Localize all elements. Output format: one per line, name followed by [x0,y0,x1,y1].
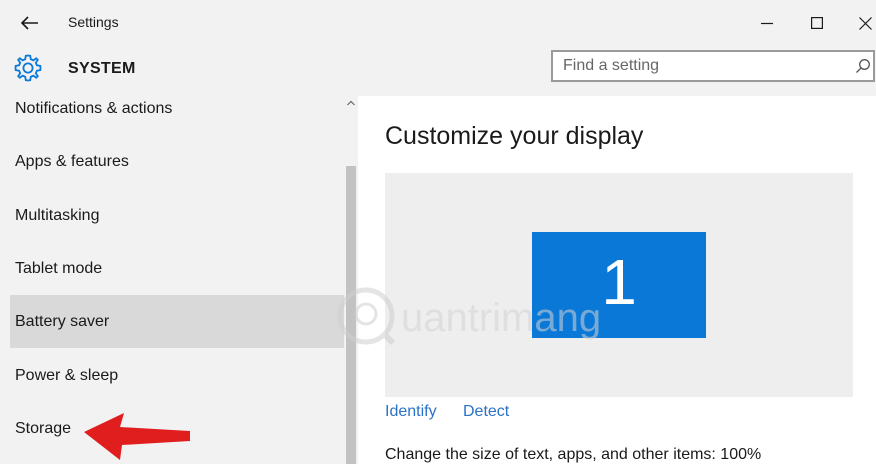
chevron-up-icon [347,100,355,106]
sidebar-item-power-sleep[interactable]: Power & sleep [10,349,344,402]
maximize-button[interactable] [802,8,832,38]
settings-window: Settings SYSTEM Find a setting Notificat… [0,0,876,464]
window-title: Settings [68,14,119,30]
identify-link[interactable]: Identify [385,403,437,421]
sidebar-item-tablet-mode[interactable]: Tablet mode [10,242,344,295]
sidebar-item-label: Tablet mode [15,259,103,277]
display-arrangement-area: 1 uantrimang [337,173,853,397]
scroll-up-button[interactable] [344,96,358,110]
search-icon[interactable] [855,58,871,74]
title-bar: Settings [0,0,876,46]
search-input[interactable] [563,56,833,76]
sidebar-item-multitasking[interactable]: Multitasking [10,189,344,242]
search-box[interactable] [551,50,875,82]
sidebar-item-apps-features[interactable]: Apps & features [10,135,344,188]
sidebar-scrollbar[interactable] [344,96,358,464]
close-icon [858,16,872,30]
arrow-left-icon [21,16,38,30]
maximize-icon [811,17,823,29]
monitor-tile[interactable]: 1 [532,232,706,338]
sidebar-item-battery-saver[interactable]: Battery saver [10,295,344,348]
detect-link[interactable]: Detect [463,403,509,421]
sidebar-item-notifications-actions[interactable]: Notifications & actions [10,82,344,135]
sidebar-item-label: Storage [15,419,72,437]
scale-label: Change the size of text, apps, and other… [385,446,762,463]
minimize-button[interactable] [752,8,782,38]
monitor-number: 1 [601,246,637,318]
section-title: SYSTEM [68,60,136,77]
sidebar-item-label: Multitasking [15,206,100,224]
close-button[interactable] [850,8,876,38]
sidebar-item-label: Apps & features [15,152,129,170]
sidebar-item-label: Power & sleep [15,366,119,384]
scroll-thumb[interactable] [346,166,356,464]
sidebar-item-label: Battery saver [15,312,110,330]
gear-icon [14,54,42,82]
page-title: Customize your display [385,122,644,150]
minimize-icon [761,22,773,25]
main-content: Customize your display 1 uantrimang Iden… [337,96,876,464]
sidebar-item-label: Notifications & actions [15,99,173,117]
back-button[interactable] [16,10,44,36]
red-arrow-icon [84,413,190,460]
